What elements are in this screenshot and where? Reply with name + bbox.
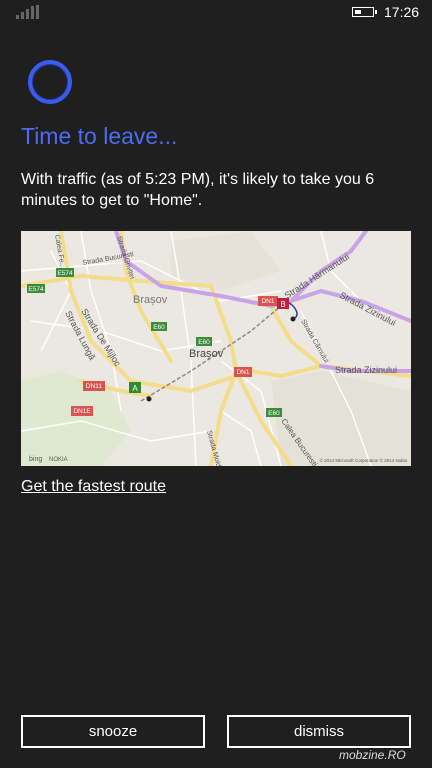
road-dn1-b: DN1 — [261, 298, 274, 305]
snooze-button[interactable]: snooze — [21, 715, 205, 748]
status-clock: 17:26 — [384, 4, 420, 20]
fastest-route-link[interactable]: Get the fastest route — [21, 478, 166, 496]
map-copyright: © 2014 Microsoft Corporation © 2014 Noki… — [320, 457, 408, 463]
map-label-zizinului-2: Strada Zizinului — [335, 365, 397, 375]
watermark: mobzine.RO — [339, 748, 406, 762]
battery-icon — [352, 7, 377, 17]
card-message: With traffic (as of 5:23 PM), it's likel… — [21, 171, 375, 209]
signal-strength-icon — [16, 5, 39, 19]
road-e574-a: E574 — [57, 270, 73, 277]
road-e60-c: E60 — [268, 410, 280, 417]
road-e60-b: E60 — [198, 339, 210, 346]
road-e60-a: E60 — [153, 324, 165, 331]
cortana-icon — [28, 60, 72, 104]
road-dn1e: DN1E — [73, 408, 91, 415]
status-bar: 17:26 — [0, 0, 432, 26]
road-dn1-a: DN1 — [236, 369, 249, 376]
route-map[interactable]: A B Brașov Brașov Strada Hărmanului Stra… — [21, 231, 411, 466]
svg-text:B: B — [280, 300, 285, 309]
map-label-brasov-center: Brașov — [189, 348, 224, 360]
card-title: Time to leave... — [21, 123, 178, 149]
bing-logo: bing — [29, 456, 42, 463]
road-e574-b: E574 — [28, 286, 44, 293]
road-dn11: DN11 — [86, 383, 103, 390]
pin-a-marker: A — [129, 382, 141, 393]
map-canvas: A B Brașov Brașov Strada Hărmanului Stra… — [21, 231, 411, 466]
dismiss-button[interactable]: dismiss — [227, 715, 411, 748]
nokia-logo: NOKIA — [49, 457, 68, 463]
svg-text:A: A — [132, 384, 138, 393]
map-label-brasov-top: Brașov — [133, 294, 168, 306]
